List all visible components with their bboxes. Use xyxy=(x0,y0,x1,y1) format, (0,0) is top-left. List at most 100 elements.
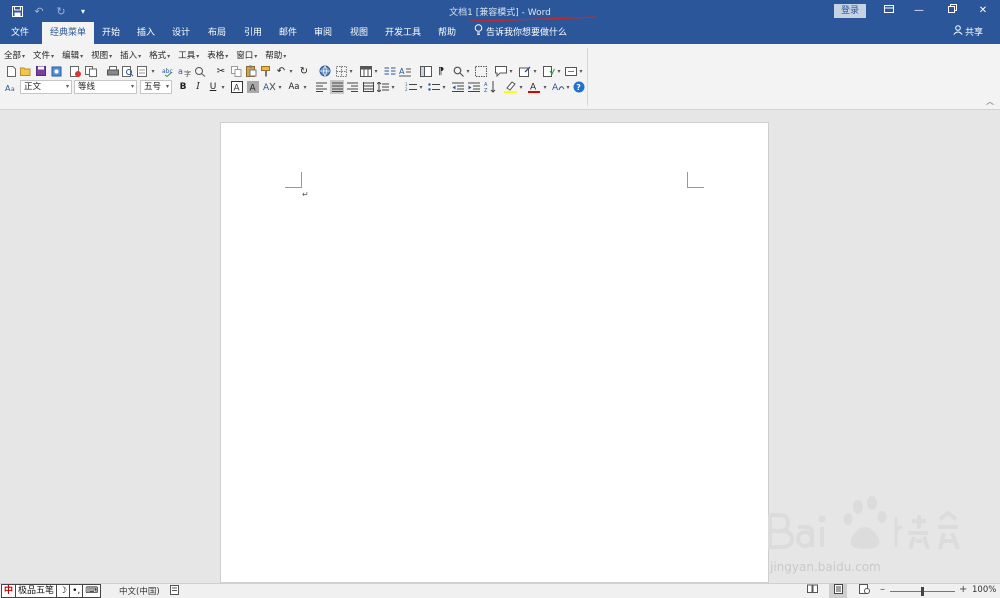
macro-record-icon[interactable] xyxy=(170,585,179,598)
align-justify-icon[interactable] xyxy=(330,80,344,94)
menu-view[interactable]: 视图▾ xyxy=(91,49,120,61)
menu-table[interactable]: 表格▾ xyxy=(207,49,236,61)
increase-indent-icon[interactable] xyxy=(467,80,481,94)
document-map-icon[interactable] xyxy=(419,64,433,78)
tab-layout[interactable]: 布局 xyxy=(203,22,231,44)
highlight-icon[interactable] xyxy=(503,80,517,94)
ime-mode-indicator[interactable]: 中 xyxy=(2,585,17,597)
translate-icon[interactable]: a字 xyxy=(177,64,191,78)
bullets-icon[interactable] xyxy=(427,80,441,94)
tab-review[interactable]: 审阅 xyxy=(309,22,337,44)
columns-icon[interactable] xyxy=(383,64,397,78)
bullets-dropdown-icon[interactable]: ▾ xyxy=(441,80,447,94)
print-setup-icon[interactable] xyxy=(136,64,150,78)
comment-dropdown-icon[interactable]: ▾ xyxy=(508,64,514,78)
tab-references[interactable]: 引用 xyxy=(239,22,267,44)
bold-button[interactable]: B xyxy=(176,80,190,94)
text-effects-icon[interactable]: A xyxy=(262,80,276,94)
save-doc-icon[interactable] xyxy=(34,64,48,78)
zoom-in-button[interactable]: + xyxy=(959,584,967,595)
paste-icon[interactable] xyxy=(244,64,258,78)
comment-icon[interactable] xyxy=(494,64,508,78)
menu-insert[interactable]: 插入▾ xyxy=(120,49,149,61)
find-dropdown-icon[interactable]: ▾ xyxy=(465,64,471,78)
format-painter-icon[interactable] xyxy=(259,64,273,78)
print-icon[interactable] xyxy=(106,64,120,78)
drawing-icon[interactable]: A xyxy=(398,64,412,78)
open-folder-icon[interactable] xyxy=(19,64,33,78)
ime-name[interactable]: 极品五笔 xyxy=(16,585,58,597)
tab-design[interactable]: 设计 xyxy=(167,22,195,44)
accept-change-icon[interactable] xyxy=(542,64,556,78)
copy-icon[interactable] xyxy=(229,64,243,78)
underline-dropdown-icon[interactable]: ▾ xyxy=(220,80,226,94)
redo-toolbar-icon[interactable]: ↻ xyxy=(297,64,311,78)
track-dropdown-icon[interactable]: ▾ xyxy=(532,64,538,78)
text-style-icon[interactable]: A xyxy=(551,80,565,94)
styles-pane-icon[interactable]: Aa xyxy=(4,80,18,94)
close-icon[interactable]: ✕ xyxy=(972,2,994,20)
keyboard-icon[interactable]: ⌨ xyxy=(83,585,100,597)
char-border-icon[interactable]: A xyxy=(230,80,244,94)
table-dropdown-icon[interactable]: ▾ xyxy=(373,64,379,78)
menu-tools[interactable]: 工具▾ xyxy=(178,49,207,61)
undo-toolbar-icon[interactable]: ↶ xyxy=(274,64,288,78)
numbering-dropdown-icon[interactable]: ▾ xyxy=(418,80,424,94)
find-icon[interactable] xyxy=(451,64,465,78)
tab-classic-menu[interactable]: 经典菜单 xyxy=(42,22,94,44)
punctuation-icon[interactable]: •, xyxy=(70,585,84,597)
line-spacing-dropdown-icon[interactable]: ▾ xyxy=(390,80,396,94)
permission-icon[interactable] xyxy=(49,64,63,78)
research-icon[interactable] xyxy=(193,64,207,78)
ime-toolbar[interactable]: 中 极品五笔 ☽ •, ⌨ xyxy=(1,584,102,598)
print-layout-icon[interactable] xyxy=(829,584,847,598)
font-color-icon[interactable]: A xyxy=(527,80,541,94)
tell-me-box[interactable]: 告诉我你想要做什么 xyxy=(474,22,567,44)
underline-button[interactable]: U xyxy=(206,80,220,94)
print-setup-dropdown-icon[interactable]: ▾ xyxy=(150,64,156,78)
insert-table-icon[interactable] xyxy=(359,64,373,78)
cut-icon[interactable]: ✂ xyxy=(214,64,228,78)
select-all-icon[interactable] xyxy=(474,64,488,78)
language-indicator[interactable]: 中文(中国) xyxy=(119,585,160,597)
help-icon[interactable]: ? xyxy=(572,80,586,94)
tab-view[interactable]: 视图 xyxy=(345,22,373,44)
copy-format-icon[interactable] xyxy=(84,64,98,78)
font-select[interactable]: 等线 ▾ xyxy=(74,80,137,94)
new-document-icon[interactable] xyxy=(4,64,18,78)
menu-edit[interactable]: 编辑▾ xyxy=(62,49,91,61)
tab-developer[interactable]: 开发工具 xyxy=(381,22,425,44)
align-right-icon[interactable] xyxy=(345,80,359,94)
moon-icon[interactable]: ☽ xyxy=(57,585,71,597)
tab-mailings[interactable]: 邮件 xyxy=(274,22,302,44)
collapse-ribbon-icon[interactable]: ︿ xyxy=(986,96,994,107)
highlight-dropdown-icon[interactable]: ▾ xyxy=(518,80,524,94)
menu-format[interactable]: 格式▾ xyxy=(149,49,178,61)
ribbon-display-icon[interactable] xyxy=(878,2,900,20)
borders-dropdown-icon[interactable]: ▾ xyxy=(348,64,354,78)
font-color-dropdown-icon[interactable]: ▾ xyxy=(542,80,548,94)
email-icon[interactable] xyxy=(69,64,83,78)
font-size-select[interactable]: 五号 ▾ xyxy=(140,80,172,94)
menu-help[interactable]: 帮助▾ xyxy=(265,49,294,61)
decrease-indent-icon[interactable] xyxy=(451,80,465,94)
accept-dropdown-icon[interactable]: ▾ xyxy=(556,64,562,78)
zoom-slider-thumb[interactable] xyxy=(921,587,924,596)
align-left-icon[interactable] xyxy=(314,80,328,94)
text-effects-dropdown-icon[interactable]: ▾ xyxy=(277,80,283,94)
borders-icon[interactable] xyxy=(334,64,348,78)
zoom-level[interactable]: 100% xyxy=(972,585,996,595)
zoom-out-button[interactable]: – xyxy=(880,584,885,595)
read-mode-icon[interactable] xyxy=(803,584,821,598)
print-preview-icon[interactable] xyxy=(121,64,135,78)
minimize-icon[interactable]: — xyxy=(908,2,930,20)
sort-icon[interactable]: AZ xyxy=(483,80,497,94)
menu-all[interactable]: 全部▾ xyxy=(4,49,33,61)
char-shading-icon[interactable]: A xyxy=(246,80,260,94)
textbox-icon[interactable] xyxy=(564,64,578,78)
tab-home[interactable]: 开始 xyxy=(97,22,125,44)
hyperlink-icon[interactable] xyxy=(318,64,332,78)
tab-insert[interactable]: 插入 xyxy=(132,22,160,44)
change-case-dropdown-icon[interactable]: ▾ xyxy=(302,80,308,94)
show-marks-icon[interactable]: ⁋ xyxy=(434,64,448,78)
